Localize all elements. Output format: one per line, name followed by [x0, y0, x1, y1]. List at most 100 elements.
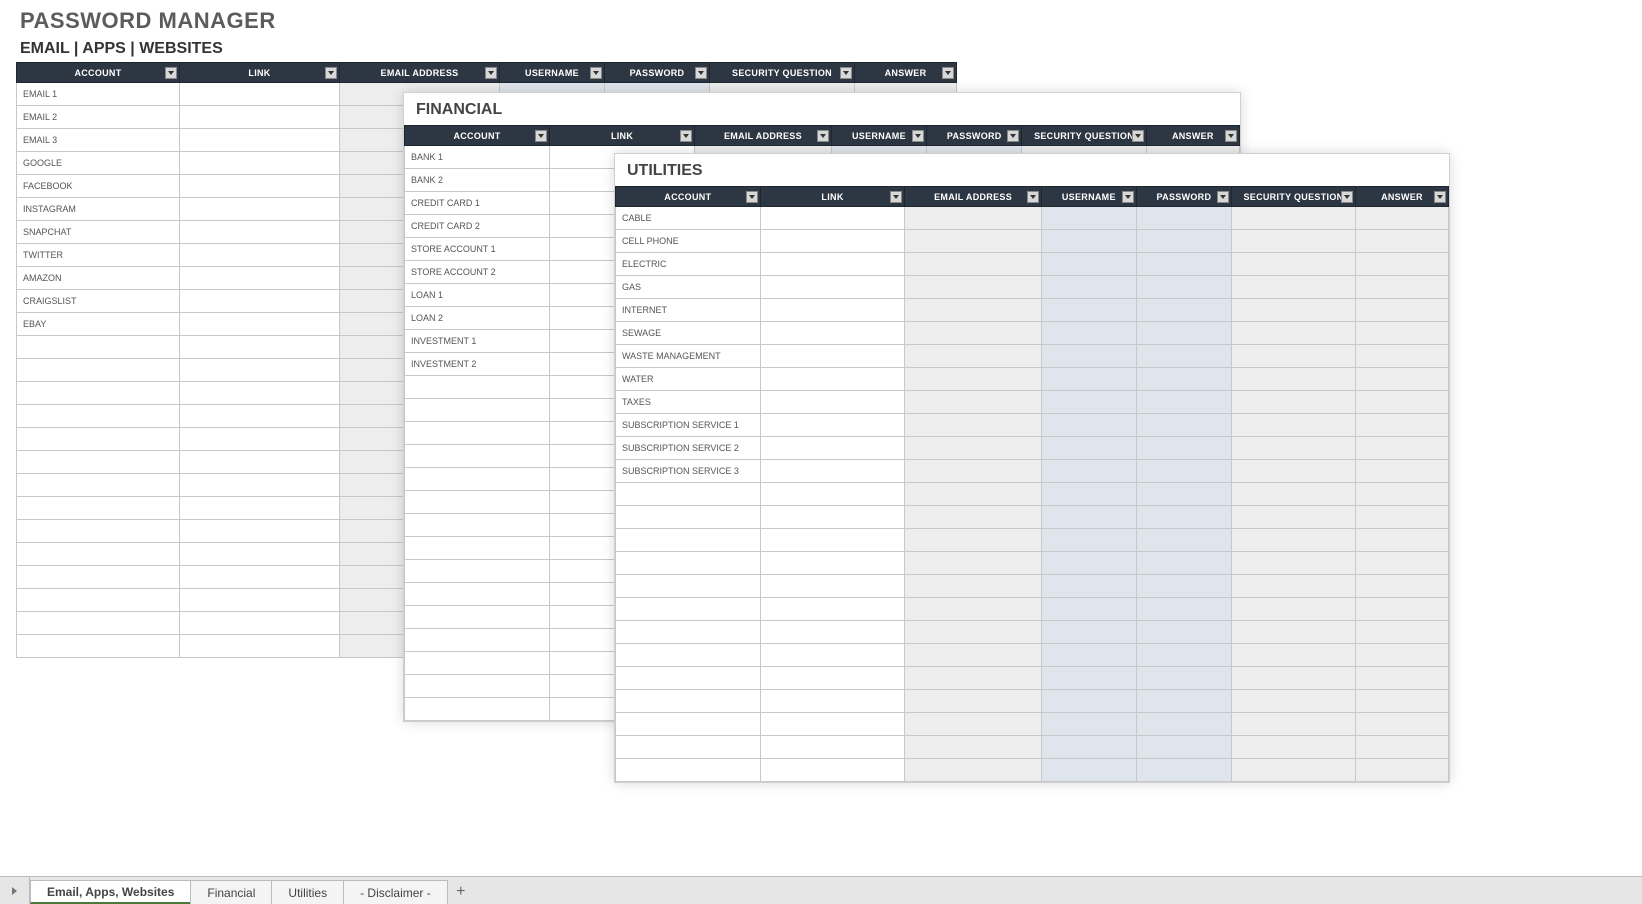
cell[interactable]	[1136, 529, 1231, 552]
cell[interactable]	[1136, 644, 1231, 667]
cell[interactable]	[1231, 713, 1355, 736]
cell[interactable]	[17, 474, 180, 497]
cell[interactable]	[1041, 529, 1136, 552]
filter-dropdown-icon[interactable]	[1007, 130, 1019, 142]
cell[interactable]	[1136, 230, 1231, 253]
cell[interactable]	[760, 483, 905, 506]
cell[interactable]	[1355, 598, 1448, 621]
cell[interactable]	[905, 529, 1041, 552]
cell[interactable]	[1041, 483, 1136, 506]
tab-financial[interactable]: Financial	[190, 880, 272, 904]
cell[interactable]	[1231, 736, 1355, 759]
cell[interactable]	[17, 589, 180, 612]
cell[interactable]: STORE ACCOUNT 2	[405, 261, 550, 284]
cell[interactable]	[405, 445, 550, 468]
filter-dropdown-icon[interactable]	[1027, 191, 1039, 203]
cell[interactable]	[17, 336, 180, 359]
cell[interactable]	[405, 652, 550, 675]
cell[interactable]: BANK 1	[405, 146, 550, 169]
cell[interactable]	[1231, 230, 1355, 253]
cell[interactable]	[760, 529, 905, 552]
cell[interactable]: EMAIL 3	[17, 129, 180, 152]
cell[interactable]	[1355, 621, 1448, 644]
cell[interactable]	[1041, 391, 1136, 414]
cell[interactable]	[1355, 506, 1448, 529]
cell[interactable]	[1136, 460, 1231, 483]
cell[interactable]	[905, 759, 1041, 782]
cell[interactable]	[405, 560, 550, 583]
cell[interactable]	[405, 468, 550, 491]
cell[interactable]	[616, 621, 761, 644]
cell[interactable]	[1231, 460, 1355, 483]
cell[interactable]: CELL PHONE	[616, 230, 761, 253]
cell[interactable]	[1231, 276, 1355, 299]
cell[interactable]	[180, 497, 340, 520]
cell[interactable]: CREDIT CARD 2	[405, 215, 550, 238]
cell[interactable]	[180, 382, 340, 405]
cell[interactable]	[905, 506, 1041, 529]
cell[interactable]: ELECTRIC	[616, 253, 761, 276]
cell[interactable]	[17, 543, 180, 566]
cell[interactable]	[616, 552, 761, 575]
cell[interactable]	[616, 483, 761, 506]
tab-email-apps-websites[interactable]: Email, Apps, Websites	[30, 880, 191, 904]
cell[interactable]	[1041, 713, 1136, 736]
cell[interactable]	[1231, 437, 1355, 460]
cell[interactable]: EBAY	[17, 313, 180, 336]
cell[interactable]	[405, 583, 550, 606]
cell[interactable]	[1041, 759, 1136, 782]
filter-dropdown-icon[interactable]	[695, 67, 707, 79]
filter-dropdown-icon[interactable]	[942, 67, 954, 79]
cell[interactable]: EMAIL 1	[17, 83, 180, 106]
cell[interactable]	[1231, 253, 1355, 276]
cell[interactable]: INSTAGRAM	[17, 198, 180, 221]
filter-dropdown-icon[interactable]	[1434, 191, 1446, 203]
cell[interactable]	[1231, 368, 1355, 391]
filter-dropdown-icon[interactable]	[1132, 130, 1144, 142]
cell[interactable]	[760, 299, 905, 322]
cell[interactable]	[616, 713, 761, 736]
cell[interactable]	[17, 405, 180, 428]
cell[interactable]	[1355, 253, 1448, 276]
cell[interactable]	[905, 253, 1041, 276]
cell[interactable]	[1041, 253, 1136, 276]
cell[interactable]	[180, 129, 340, 152]
cell[interactable]: SUBSCRIPTION SERVICE 2	[616, 437, 761, 460]
cell[interactable]	[760, 460, 905, 483]
cell[interactable]	[1136, 736, 1231, 759]
tab-disclaimer[interactable]: - Disclaimer -	[343, 880, 448, 904]
filter-dropdown-icon[interactable]	[680, 130, 692, 142]
cell[interactable]	[905, 207, 1041, 230]
filter-dropdown-icon[interactable]	[817, 130, 829, 142]
cell[interactable]	[905, 736, 1041, 759]
cell[interactable]	[1136, 598, 1231, 621]
cell[interactable]	[1355, 299, 1448, 322]
cell[interactable]	[180, 290, 340, 313]
filter-dropdown-icon[interactable]	[1122, 191, 1134, 203]
cell[interactable]	[1136, 299, 1231, 322]
cell[interactable]	[905, 667, 1041, 690]
cell[interactable]	[405, 675, 550, 698]
cell[interactable]	[1041, 575, 1136, 598]
cell[interactable]	[17, 497, 180, 520]
cell[interactable]	[1041, 322, 1136, 345]
cell[interactable]	[760, 230, 905, 253]
cell[interactable]	[1231, 575, 1355, 598]
cell[interactable]	[180, 106, 340, 129]
cell[interactable]	[760, 759, 905, 782]
cell[interactable]	[760, 276, 905, 299]
cell[interactable]	[1231, 299, 1355, 322]
cell[interactable]	[1355, 483, 1448, 506]
cell[interactable]	[616, 506, 761, 529]
cell[interactable]	[1041, 276, 1136, 299]
cell[interactable]	[1355, 368, 1448, 391]
cell[interactable]	[1041, 621, 1136, 644]
cell[interactable]	[1041, 506, 1136, 529]
cell[interactable]	[760, 391, 905, 414]
cell[interactable]	[905, 460, 1041, 483]
cell[interactable]	[1231, 391, 1355, 414]
cell[interactable]	[1231, 345, 1355, 368]
cell[interactable]	[1136, 759, 1231, 782]
cell[interactable]	[1136, 437, 1231, 460]
cell[interactable]	[1041, 667, 1136, 690]
